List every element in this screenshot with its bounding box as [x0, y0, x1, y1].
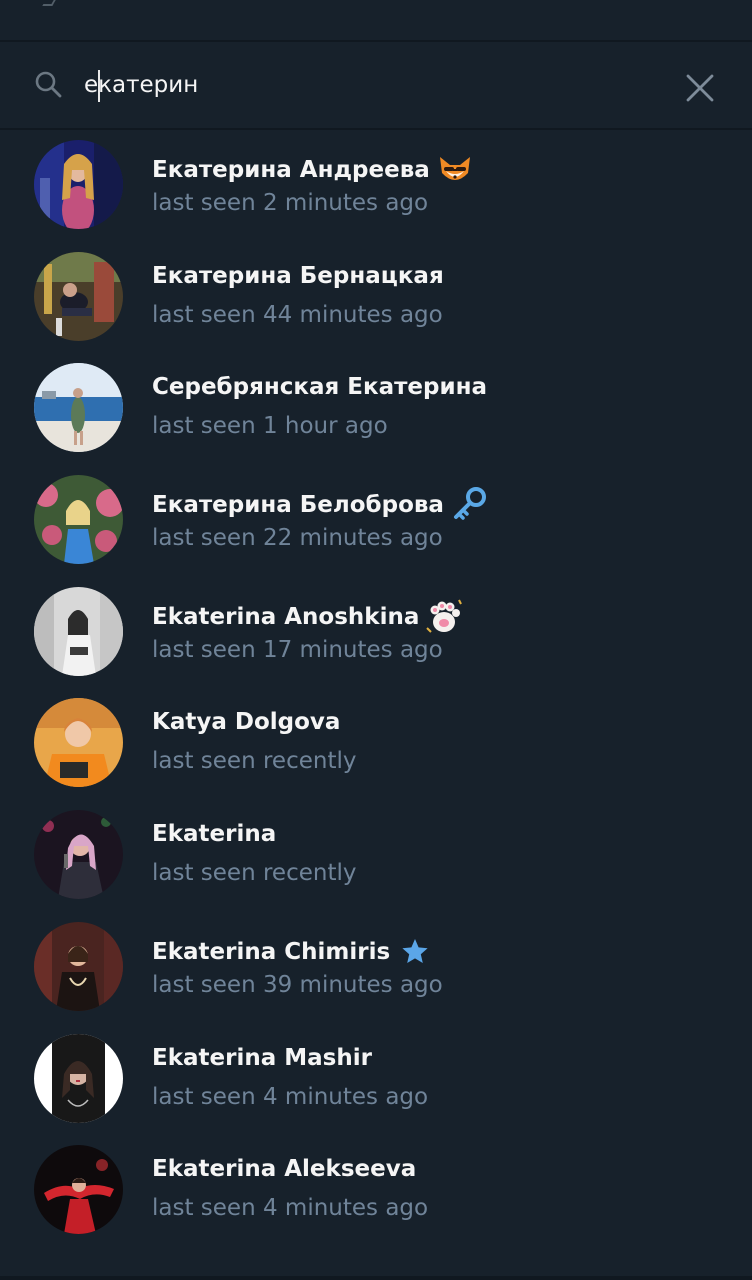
contact-name-text: Екатерина Бернацкая: [152, 262, 444, 289]
contact-name-text: Ekaterina Anoshkina: [152, 603, 420, 630]
contact-name: Ekaterina Alekseeva: [152, 1156, 416, 1182]
search-input[interactable]: [84, 66, 644, 104]
avatar: [34, 363, 123, 453]
close-icon: [686, 74, 714, 102]
contact-row[interactable]: Ekaterina last seen recently: [0, 800, 752, 912]
contact-row[interactable]: Ekaterina Chimiris last seen 39 minutes …: [0, 912, 752, 1024]
contact-name: Ekaterina Mashir: [152, 1045, 372, 1071]
contact-name: Екатерина Бернацкая: [152, 263, 444, 289]
avatar: [34, 810, 123, 900]
search-icon: [34, 70, 62, 98]
search-bar: [0, 42, 752, 130]
contact-name: Екатерина Белоброва: [152, 486, 488, 524]
last-seen-status: last seen recently: [152, 748, 357, 775]
last-seen-status: last seen 4 minutes ago: [152, 1195, 429, 1222]
contact-name-text: Ekaterina: [152, 821, 277, 848]
avatar: [34, 475, 123, 565]
contact-row[interactable]: Ekaterina Mashir last seen 4 minutes ago: [0, 1024, 752, 1136]
window-top-strip: [0, 0, 752, 42]
contact-name-text: Екатерина Белоброва: [152, 492, 444, 519]
contact-row[interactable]: Серебрянская Екатерина last seen 1 hour …: [0, 353, 752, 465]
last-seen-status: last seen 17 minutes ago: [152, 636, 443, 663]
key-emoji-status-icon: [450, 486, 488, 524]
contact-row[interactable]: Katya Dolgova last seen recently: [0, 688, 752, 800]
avatar: [34, 140, 123, 229]
avatar: [34, 586, 123, 676]
contact-name-text: Ekaterina Alekseeva: [152, 1156, 417, 1183]
contact-name: Ekaterina: [152, 821, 276, 847]
contact-row[interactable]: Ekaterina Anoshkina last seen 17 minutes…: [0, 577, 752, 689]
last-seen-status: last seen 22 minutes ago: [152, 525, 443, 552]
contact-name-text: Екатерина Андреева: [152, 157, 430, 183]
contact-row[interactable]: Екатерина Белоброва last seen 22 minutes…: [0, 465, 752, 577]
avatar: [34, 251, 123, 341]
paw-emoji-status-icon: [425, 598, 463, 636]
last-seen-status: last seen 4 minutes ago: [152, 1083, 429, 1110]
window-bottom-edge: [0, 1276, 752, 1280]
contact-row[interactable]: Екатерина Андреева last seen 2 minutes a…: [0, 130, 752, 242]
contact-name: Ekaterina Chimiris: [152, 933, 434, 971]
contact-name: Ekaterina Anoshkina: [152, 598, 463, 636]
contact-name-text: Ekaterina Mashir: [152, 1044, 372, 1071]
star-premium-icon: [396, 933, 434, 971]
fox-emoji-status-icon: [436, 151, 474, 189]
last-seen-status: last seen 1 hour ago: [152, 413, 388, 440]
contact-search-results: Екатерина Андреева last seen 2 minutes a…: [0, 130, 752, 1247]
back-arrow-icon[interactable]: [42, 0, 56, 6]
last-seen-status: last seen recently: [152, 860, 357, 887]
last-seen-status: last seen 2 minutes ago: [152, 190, 429, 216]
last-seen-status: last seen 44 minutes ago: [152, 301, 443, 328]
contact-name-text: Серебрянская Екатерина: [152, 374, 488, 401]
avatar: [34, 1145, 123, 1235]
contact-row[interactable]: Екатерина Бернацкая last seen 44 minutes…: [0, 242, 752, 354]
text-caret: [98, 70, 100, 102]
avatar: [34, 698, 123, 788]
contact-name-text: Ekaterina Chimiris: [152, 938, 391, 965]
last-seen-status: last seen 39 minutes ago: [152, 971, 443, 998]
avatar: [34, 921, 123, 1011]
contact-name: Katya Dolgova: [152, 709, 340, 735]
contact-name: Екатерина Андреева: [152, 151, 474, 189]
contact-row[interactable]: Ekaterina Alekseeva last seen 4 minutes …: [0, 1135, 752, 1247]
avatar: [34, 1033, 123, 1123]
clear-search-button[interactable]: [680, 68, 720, 108]
contact-name: Серебрянская Екатерина: [152, 374, 487, 400]
contact-name-text: Katya Dolgova: [152, 709, 341, 736]
